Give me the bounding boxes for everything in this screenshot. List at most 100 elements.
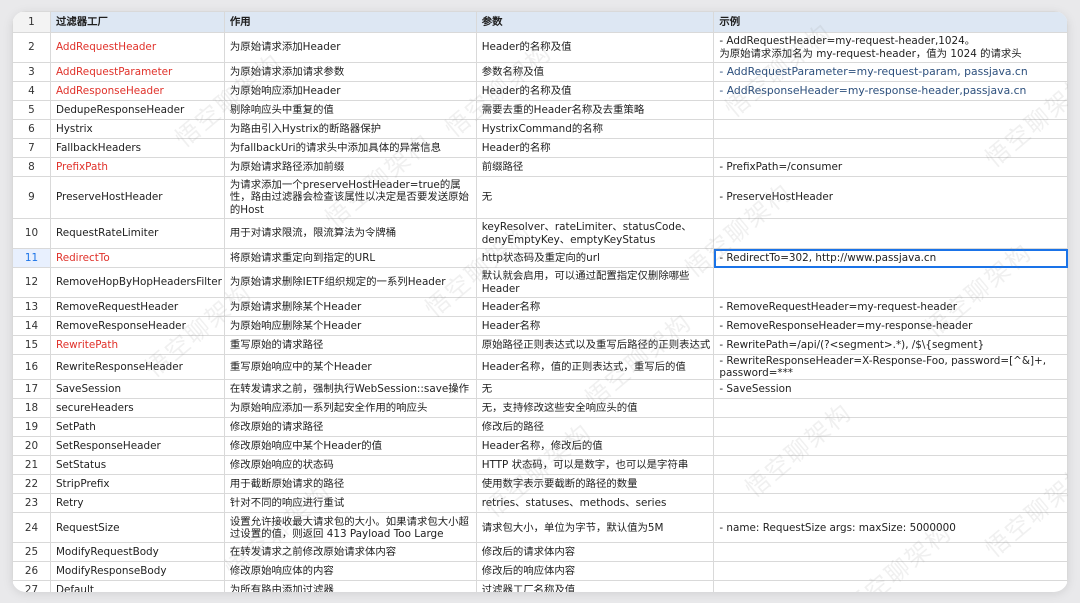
cell-purpose[interactable]: 为原始请求添加Header [223, 32, 477, 63]
row-number[interactable]: 13 [12, 297, 51, 317]
cell-example[interactable]: - AddResponseHeader=my-response-header,p… [713, 81, 1068, 101]
cell-example[interactable]: - RewritePath=/api/(?<segment>.*), /$\{s… [713, 335, 1068, 355]
cell-purpose[interactable]: 修改原始响应体的内容 [223, 561, 477, 582]
cell-parameters[interactable]: HystrixCommand的名称 [475, 119, 715, 139]
cell-filter-name[interactable]: FallbackHeaders [49, 138, 225, 158]
cell-parameters[interactable]: 需要去重的Header名称及去重策略 [475, 100, 715, 120]
row-number[interactable]: 4 [12, 81, 51, 101]
row-number[interactable]: 17 [12, 379, 51, 400]
cell-example[interactable] [713, 138, 1068, 158]
cell-example[interactable]: - PreserveHostHeader [713, 176, 1068, 219]
cell-filter-name[interactable]: RemoveHopByHopHeadersFilter [49, 267, 225, 298]
cell-parameters[interactable]: 使用数字表示要截断的路径的数量 [475, 474, 715, 495]
cell-parameters[interactable]: 过滤器工厂名称及值 [475, 580, 715, 592]
cell-example[interactable] [713, 100, 1068, 120]
cell-filter-name[interactable]: RemoveRequestHeader [49, 297, 225, 317]
cell-purpose[interactable]: 为所有路由添加过滤器 [223, 580, 477, 592]
cell-filter-name[interactable]: PreserveHostHeader [49, 176, 225, 219]
cell-parameters[interactable]: 无 [475, 379, 715, 400]
cell-parameters[interactable]: http状态码及重定向的url [475, 248, 715, 268]
row-number[interactable]: 10 [12, 218, 51, 249]
cell-parameters[interactable]: HTTP 状态码，可以是数字，也可以是字符串 [475, 455, 715, 476]
header-purpose[interactable]: 作用 [223, 11, 477, 33]
cell-parameters[interactable]: keyResolver、rateLimiter、statusCode、denyE… [475, 218, 715, 249]
cell-parameters[interactable]: Header名称 [475, 297, 715, 317]
cell-purpose[interactable]: 将原始请求重定向到指定的URL [223, 248, 477, 268]
cell-filter-name[interactable]: Default [49, 580, 225, 592]
cell-example[interactable] [713, 455, 1068, 476]
row-number[interactable]: 23 [12, 493, 51, 514]
row-number[interactable]: 1 [12, 11, 51, 33]
row-number[interactable]: 7 [12, 138, 51, 158]
row-number[interactable]: 2 [12, 32, 51, 63]
cell-filter-name[interactable]: Retry [49, 493, 225, 514]
row-number[interactable]: 20 [12, 436, 51, 457]
cell-purpose[interactable]: 为请求添加一个preserveHostHeader=true的属性，路由过滤器会… [223, 176, 477, 219]
cell-filter-name[interactable]: secureHeaders [49, 398, 225, 419]
row-number[interactable]: 16 [12, 353, 51, 381]
cell-filter-name[interactable]: RemoveResponseHeader [49, 316, 225, 336]
cell-parameters[interactable]: 修改后的请求体内容 [475, 542, 715, 563]
cell-parameters[interactable]: retries、statuses、methods、series [475, 493, 715, 514]
cell-filter-name[interactable]: SetResponseHeader [49, 436, 225, 457]
cell-filter-name[interactable]: ModifyRequestBody [49, 542, 225, 563]
header-parameters[interactable]: 参数 [475, 11, 715, 33]
cell-example[interactable] [713, 561, 1068, 582]
cell-purpose[interactable]: 在转发请求之前修改原始请求体内容 [223, 542, 477, 563]
cell-filter-name[interactable]: AddResponseHeader [49, 81, 225, 101]
cell-filter-name[interactable]: DedupeResponseHeader [49, 100, 225, 120]
cell-purpose[interactable]: 设置允许接收最大请求包的大小。如果请求包大小超过设置的值，则返回 413 Pay… [223, 512, 477, 544]
cell-parameters[interactable]: Header名称，修改后的值 [475, 436, 715, 457]
cell-parameters[interactable]: 修改后的路径 [475, 417, 715, 438]
row-number[interactable]: 25 [12, 542, 51, 563]
cell-purpose[interactable]: 为fallbackUri的请求头中添加具体的异常信息 [223, 138, 477, 158]
cell-example[interactable]: - AddRequestParameter=my-request-param, … [713, 62, 1068, 82]
cell-example[interactable]: - RedirectTo=302, http://www.passjava.cn [713, 248, 1068, 268]
cell-example[interactable] [713, 542, 1068, 563]
cell-parameters[interactable]: 原始路径正则表达式以及重写后路径的正则表达式 [475, 335, 715, 355]
cell-filter-name[interactable]: AddRequestHeader [49, 32, 225, 63]
cell-parameters[interactable]: 请求包大小，单位为字节，默认值为5M [475, 512, 715, 544]
cell-example[interactable]: - SaveSession [713, 379, 1068, 400]
header-filter-factory[interactable]: 过滤器工厂 [49, 11, 225, 33]
cell-purpose[interactable]: 修改原始响应中某个Header的值 [223, 436, 477, 457]
cell-parameters[interactable]: Header名称 [475, 316, 715, 336]
cell-purpose[interactable]: 为原始请求删除某个Header [223, 297, 477, 317]
cell-filter-name[interactable]: StripPrefix [49, 474, 225, 495]
cell-parameters[interactable]: 修改后的响应体内容 [475, 561, 715, 582]
cell-parameters[interactable]: 前缀路径 [475, 157, 715, 177]
cell-example[interactable]: - PrefixPath=/consumer [713, 157, 1068, 177]
cell-parameters[interactable]: 默认就会启用，可以通过配置指定仅删除哪些Header [475, 267, 715, 298]
cell-example[interactable] [713, 580, 1068, 592]
cell-example[interactable] [713, 474, 1068, 495]
cell-purpose[interactable]: 为原始请求添加请求参数 [223, 62, 477, 82]
cell-purpose[interactable]: 为原始请求删除IETF组织规定的一系列Header [223, 267, 477, 298]
cell-parameters[interactable]: 无 [475, 176, 715, 219]
row-number[interactable]: 15 [12, 335, 51, 355]
row-number[interactable]: 12 [12, 267, 51, 298]
cell-example[interactable]: - RemoveResponseHeader=my-response-heade… [713, 316, 1068, 336]
cell-parameters[interactable]: Header的名称及值 [475, 81, 715, 101]
row-number[interactable]: 22 [12, 474, 51, 495]
cell-example[interactable] [713, 218, 1068, 249]
cell-example[interactable]: - name: RequestSize args: maxSize: 50000… [713, 512, 1068, 544]
cell-purpose[interactable]: 为原始请求路径添加前缀 [223, 157, 477, 177]
row-number[interactable]: 26 [12, 561, 51, 582]
cell-filter-name[interactable]: AddRequestParameter [49, 62, 225, 82]
row-number[interactable]: 11 [12, 248, 51, 268]
cell-parameters[interactable]: 参数名称及值 [475, 62, 715, 82]
cell-filter-name[interactable]: RewritePath [49, 335, 225, 355]
cell-filter-name[interactable]: PrefixPath [49, 157, 225, 177]
cell-purpose[interactable]: 用于对请求限流，限流算法为令牌桶 [223, 218, 477, 249]
cell-purpose[interactable]: 为原始响应添加一系列起安全作用的响应头 [223, 398, 477, 419]
cell-filter-name[interactable]: SaveSession [49, 379, 225, 400]
cell-parameters[interactable]: Header的名称及值 [475, 32, 715, 63]
cell-purpose[interactable]: 修改原始的请求路径 [223, 417, 477, 438]
cell-purpose[interactable]: 重写原始的请求路径 [223, 335, 477, 355]
cell-purpose[interactable]: 针对不同的响应进行重试 [223, 493, 477, 514]
row-number[interactable]: 6 [12, 119, 51, 139]
cell-filter-name[interactable]: SetStatus [49, 455, 225, 476]
cell-purpose[interactable]: 重写原始响应中的某个Header [223, 353, 477, 381]
row-number[interactable]: 9 [12, 176, 51, 219]
cell-purpose[interactable]: 为原始响应删除某个Header [223, 316, 477, 336]
